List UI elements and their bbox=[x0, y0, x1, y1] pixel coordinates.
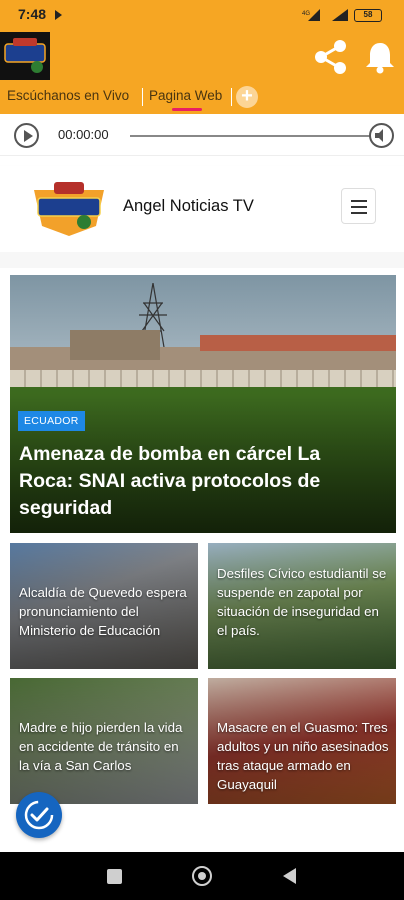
section-divider bbox=[0, 252, 404, 268]
media-playing-icon bbox=[55, 10, 62, 20]
tab-bar: Escúchanos en Vivo Pagina Web + bbox=[0, 82, 404, 114]
menu-line bbox=[351, 212, 367, 214]
share-icon[interactable] bbox=[312, 38, 350, 76]
status-time: 7:48 bbox=[18, 6, 47, 22]
speaker-icon bbox=[375, 129, 383, 142]
menu-line bbox=[351, 206, 367, 208]
article-card[interactable]: Alcaldía de Quevedo espera pronunciamien… bbox=[10, 543, 198, 669]
angel-noticias-logo-icon bbox=[4, 38, 46, 73]
card-title[interactable]: Alcaldía de Quevedo espera pronunciamien… bbox=[19, 583, 191, 640]
card-title[interactable]: Madre e hijo pierden la vida en accident… bbox=[19, 718, 191, 775]
article-card[interactable]: Madre e hijo pierden la vida en accident… bbox=[10, 678, 198, 804]
battery-icon: 58 bbox=[354, 9, 382, 22]
signal-4g-icon: 4G bbox=[302, 9, 320, 21]
hero-image-roof bbox=[200, 335, 396, 351]
hamburger-menu-button[interactable] bbox=[341, 188, 376, 224]
card-title[interactable]: Masacre en el Guasmo: Tres adultos y un … bbox=[217, 718, 389, 794]
app-logo[interactable] bbox=[0, 32, 50, 80]
back-icon[interactable] bbox=[283, 868, 296, 884]
recents-icon[interactable] bbox=[107, 869, 122, 884]
article-card[interactable]: Masacre en el Guasmo: Tres adultos y un … bbox=[208, 678, 396, 804]
featured-article[interactable]: ECUADOR Amenaza de bomba en cárcel La Ro… bbox=[10, 275, 396, 533]
article-card[interactable]: Desfiles Cívico estudiantil se suspende … bbox=[208, 543, 396, 669]
tab-divider bbox=[142, 88, 143, 106]
signal-icon bbox=[332, 9, 348, 21]
site-header: Angel Noticias TV bbox=[0, 166, 404, 252]
audio-player: 00:00:00 bbox=[0, 114, 404, 156]
tab-indicator bbox=[172, 108, 202, 111]
category-badge[interactable]: ECUADOR bbox=[18, 411, 85, 431]
angel-noticias-site-logo[interactable] bbox=[30, 176, 108, 238]
hero-image-tower-building bbox=[70, 330, 160, 360]
tab-divider bbox=[231, 88, 232, 106]
player-time: 00:00:00 bbox=[58, 127, 109, 142]
system-nav-bar bbox=[0, 852, 404, 900]
tab-pagina-web[interactable]: Pagina Web bbox=[149, 88, 222, 103]
card-title[interactable]: Desfiles Cívico estudiantil se suspende … bbox=[217, 564, 389, 640]
volume-icon[interactable] bbox=[369, 123, 394, 148]
menu-line bbox=[351, 200, 367, 202]
add-tab-icon[interactable]: + bbox=[236, 86, 258, 108]
tab-escuchanos[interactable]: Escúchanos en Vivo bbox=[7, 88, 129, 103]
featured-headline[interactable]: Amenaza de bomba en cárcel La Roca: SNAI… bbox=[19, 441, 379, 522]
svg-text:4G: 4G bbox=[302, 11, 310, 17]
status-bar: 7:48 4G 58 bbox=[0, 0, 404, 30]
progress-track[interactable] bbox=[130, 135, 370, 137]
accessibility-icon bbox=[24, 800, 54, 830]
app-bar bbox=[0, 30, 404, 82]
home-icon[interactable] bbox=[192, 866, 212, 886]
bell-icon[interactable] bbox=[364, 40, 396, 74]
site-title: Angel Noticias TV bbox=[123, 197, 254, 215]
play-icon[interactable] bbox=[14, 123, 39, 148]
accessibility-button[interactable] bbox=[16, 792, 62, 838]
